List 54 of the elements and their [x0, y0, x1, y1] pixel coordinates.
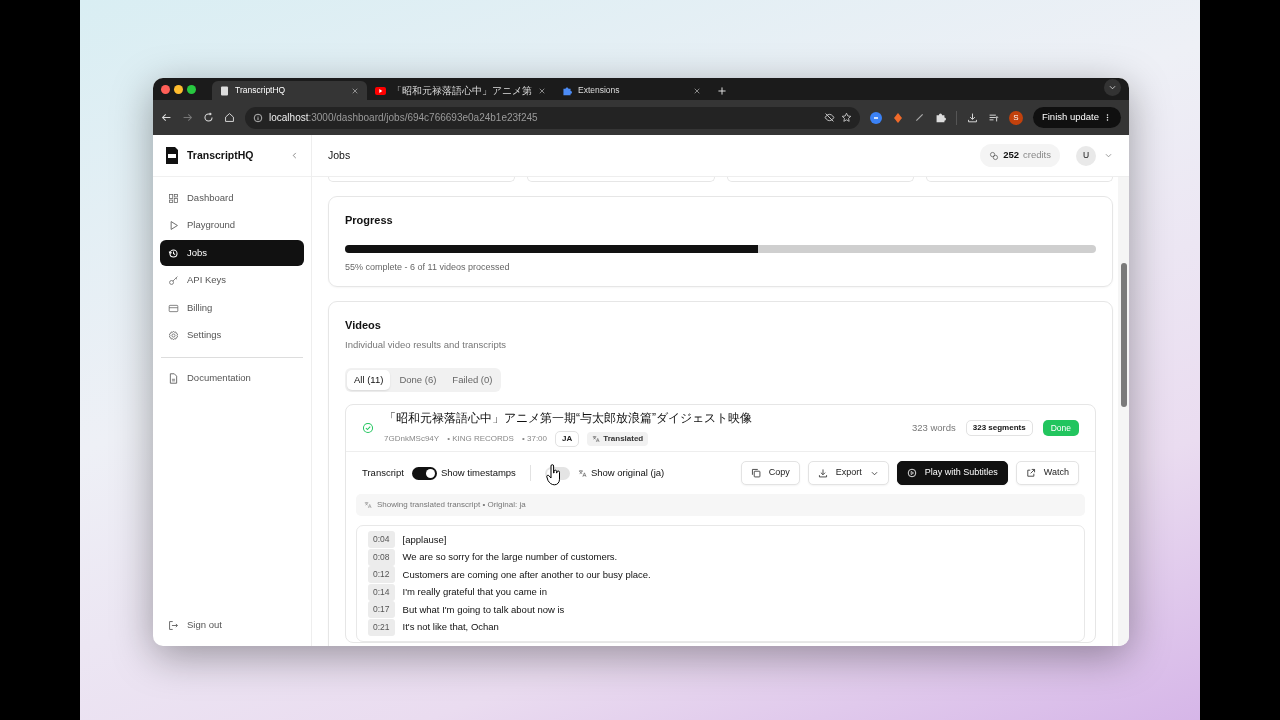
sidebar-item[interactable]: Settings — [160, 322, 304, 349]
segments-badge: 323 segments — [965, 420, 1033, 436]
profile-avatar[interactable]: S — [1008, 110, 1023, 125]
duration: • 37:00 — [521, 433, 547, 445]
finish-update-button[interactable]: Finish update — [1032, 107, 1121, 128]
browser-tab[interactable]: TranscriptHQ — [212, 81, 367, 100]
action-button[interactable]: Watch — [1015, 461, 1079, 485]
action-button[interactable]: Export — [807, 461, 889, 485]
transcript-line: But what I'm going to talk about now is — [402, 602, 565, 617]
sidebar-item[interactable]: Billing — [160, 295, 304, 321]
sidebar-item[interactable]: Jobs — [160, 240, 304, 266]
progress-caption: 55% complete - 6 of 11 videos processed — [345, 260, 511, 274]
video-id: 7GDnkMSc94Y — [384, 433, 440, 445]
sidebar-item[interactable]: API Keys — [160, 267, 304, 294]
timestamp[interactable]: 0:12 — [368, 566, 395, 584]
sidebar-item[interactable]: Playground — [160, 212, 304, 239]
transcript-line: I'm really grateful that you came in — [402, 585, 547, 600]
card-subtitle: Individual video results and transcripts — [345, 337, 508, 352]
user-avatar[interactable]: U — [1076, 145, 1096, 166]
transcript-line: We are so sorry for the large number of customers. — [402, 550, 618, 565]
video-title: 「昭和元禄落語心中」アニメ第一期“与太郎放浪篇”ダイジェスト映像 — [384, 410, 752, 427]
browser-tab[interactable]: Extensions — [554, 81, 709, 100]
timestamp[interactable]: 0:14 — [368, 583, 395, 601]
timestamp[interactable]: 0:08 — [368, 548, 395, 566]
channel-name: • KING RECORDS — [447, 433, 514, 445]
timestamp[interactable]: 0:04 — [368, 531, 395, 549]
timestamp[interactable]: 0:17 — [368, 601, 395, 619]
sidebar-item[interactable]: Dashboard — [160, 185, 304, 211]
transcript-line: It's not like that, Ochan — [402, 620, 499, 635]
note-text: Showing translated transcript • Original: ja — [377, 499, 526, 511]
browser-tab[interactable]: 「昭和元禄落語心中」アニメ第 — [367, 81, 554, 100]
transcript-line: Customers are coming one after another to our busy place. — [402, 567, 651, 582]
filter-tab[interactable]: All (11) — [347, 369, 391, 390]
card-title: Videos — [345, 318, 382, 333]
timestamp[interactable]: 0:21 — [368, 618, 395, 636]
sidebar-item[interactable]: Documentation — [160, 365, 304, 392]
toggle-label: Show original (ja) — [590, 465, 665, 480]
card-title: Progress — [345, 213, 394, 228]
word-count: 323 words — [911, 420, 956, 435]
filter-tab[interactable]: Done (6) — [392, 369, 444, 390]
filter-tab[interactable]: Failed (0) — [445, 369, 500, 390]
address-bar[interactable]: localhost:3000/dashboard/jobs/694c766693e0a24b1e23f245 — [245, 106, 860, 129]
page-title: Jobs — [328, 147, 351, 163]
action-button[interactable]: Copy — [740, 461, 800, 485]
transcript-label: Transcript — [362, 465, 404, 480]
toggle-label: Show timestamps — [440, 465, 516, 480]
language-badge: JA — [555, 431, 580, 447]
action-button[interactable]: Play with Subtitles — [896, 461, 1008, 485]
transcript-line: [applause] — [402, 532, 447, 547]
sign-out-button[interactable]: Sign out — [160, 612, 304, 638]
credits-badge: 252 credits — [980, 144, 1060, 167]
status-badge: Done — [1042, 419, 1079, 437]
translated-badge: Translated — [587, 432, 649, 446]
brand-name: TranscriptHQ — [187, 147, 254, 163]
